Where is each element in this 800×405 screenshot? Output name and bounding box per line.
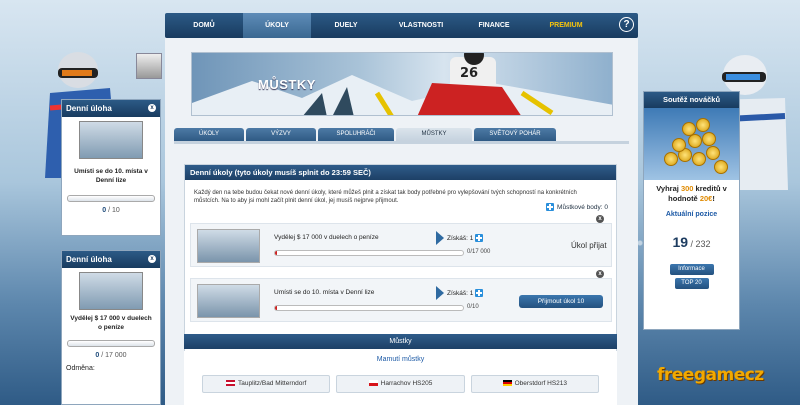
widget-title: Denní úloha [66,255,112,264]
hills-list: Tauplitz/Bad Mitterndorf Harrachov HS205… [184,369,617,405]
daily-tasks-header: Denní úkoly (tyto úkoly musíš splnit do … [185,165,616,180]
hill-item[interactable]: Harrachov HS205 [336,375,465,393]
banner-illustration: 26 [192,53,612,115]
subtab-underline [174,141,629,144]
task-text: Vydělej $ 17 000 v duelech o peníze [274,234,379,241]
hill-label: Oberstdorf HS213 [514,380,568,387]
contest-prize-text: Vyhraj 300 kreditů v hodnotě 20€! [656,184,727,203]
flag-icon [368,380,378,387]
task-progress-bar [274,250,464,256]
flag-icon [502,380,512,387]
avatar[interactable] [136,53,162,79]
accept-task-button[interactable]: Přijmout úkol 10 [519,295,603,308]
hill-item[interactable]: Oberstdorf HS213 [470,375,599,393]
nav-home[interactable]: DOMŮ [165,13,243,38]
plus-icon [546,203,555,211]
nav-premium[interactable]: PREMIUM [527,13,605,38]
brand-logo[interactable]: freegamecz [657,365,764,385]
widget-progress-count: 0 / 10 [102,207,120,214]
task-progress-count: 0/17 000 [467,249,491,255]
widget-progress-count: 0 / 17 000 [95,352,127,359]
widget-footer: Odměna: [66,365,95,372]
hill-points-label: Můstkové body: 0 [557,203,608,211]
widget-progress-bar [67,340,155,347]
nav-duels[interactable]: DUELY [311,13,381,38]
nav-finance[interactable]: FINANCE [461,13,527,38]
subtab-hills[interactable]: MŮSTKY [396,128,472,141]
task-progress-bar [274,305,464,311]
task-reward-label: Získáš: 1 [447,289,474,297]
hill-label: Harrachov HS205 [380,380,433,387]
main-navigation: DOMŮ ÚKOLY DUELY VLASTNOSTI FINANCE PREM… [165,13,638,38]
widget-progress-bar [67,195,155,202]
rookie-contest-widget: Soutěž nováčků Vyhraj 300 kreditů v hodn… [643,91,740,330]
daily-task-widget: Denní úloha x Umísti se do 10. místa v De… [61,99,161,236]
help-icon[interactable]: ? [619,17,634,32]
subtab-tasks[interactable]: ÚKOLY [174,128,244,141]
widget-text: Vydělej $ 17 000 v duelech o peníze [70,315,152,331]
close-icon[interactable]: x [596,215,604,223]
task-reward: Získáš: 1 [447,289,484,297]
contest-rank: 19 / 232 [672,234,711,250]
bib-number: 26 [460,66,478,81]
plus-icon [475,289,484,297]
nav-tasks[interactable]: ÚKOLY [243,13,311,38]
ski-jump-banner: 26 MŮSTKY [191,52,613,116]
close-icon[interactable]: x [148,255,156,263]
arrow-icon [436,231,444,245]
daily-task-widget: Denní úloha x Vydělej $ 17 000 v duelech … [61,250,161,405]
subtab-world-cup[interactable]: SVĚTOVÝ POHÁR [474,128,556,141]
hills-header: Můstky [184,334,617,349]
widget-title: Denní úloha [66,104,112,113]
current-position-link[interactable]: Aktuální pozice [644,211,739,218]
hills-subheader: Mamutí můstky [184,351,617,369]
coins-illustration [644,108,739,180]
hill-label: Tauplitz/Bad Mitterndorf [238,380,307,387]
task-thumbnail [197,284,260,318]
flag-icon [226,380,236,387]
widget-image [79,121,143,159]
task-row: x Umísti se do 10. místa v Denní lize Zí… [190,270,612,322]
info-button[interactable]: Informace [669,264,714,275]
close-icon[interactable]: x [596,270,604,278]
widget-image [79,272,143,310]
task-progress-count: 0/10 [467,304,479,310]
task-thumbnail [197,229,260,263]
arrow-icon [436,286,444,300]
close-icon[interactable]: x [148,104,156,112]
contest-title: Soutěž nováčků [644,92,739,108]
task-status: Úkol přijat [571,241,607,250]
subtab-challenges[interactable]: VÝZVY [246,128,316,141]
task-reward: Získáš: 1 [447,234,484,242]
banner-title: MŮSTKY [258,77,316,92]
task-text: Umísti se do 10. místa v Denní lize [274,289,375,296]
subtab-teammates[interactable]: SPOLUHRÁČI [318,128,394,141]
main-content: 26 MŮSTKY ÚKOLY VÝZVY SPOLUHRÁČI MŮSTKY … [165,38,638,405]
hill-item[interactable]: Tauplitz/Bad Mitterndorf [202,375,331,393]
hill-points: Můstkové body: 0 [546,203,608,211]
nav-attributes[interactable]: VLASTNOSTI [381,13,461,38]
top-button[interactable]: TOP 20 [674,278,709,289]
plus-icon [475,234,484,242]
daily-tasks-description: Každý den na tebe budou čekat nové denní… [194,190,577,204]
sub-tabs: ÚKOLY VÝZVY SPOLUHRÁČI MŮSTKY SVĚTOVÝ PO… [174,128,629,141]
widget-text: Umísti se do 10. místa v Denní lize [74,168,148,184]
task-row: x Vydělej $ 17 000 v duelech o peníze Zí… [190,215,612,267]
task-reward-label: Získáš: 1 [447,234,474,242]
